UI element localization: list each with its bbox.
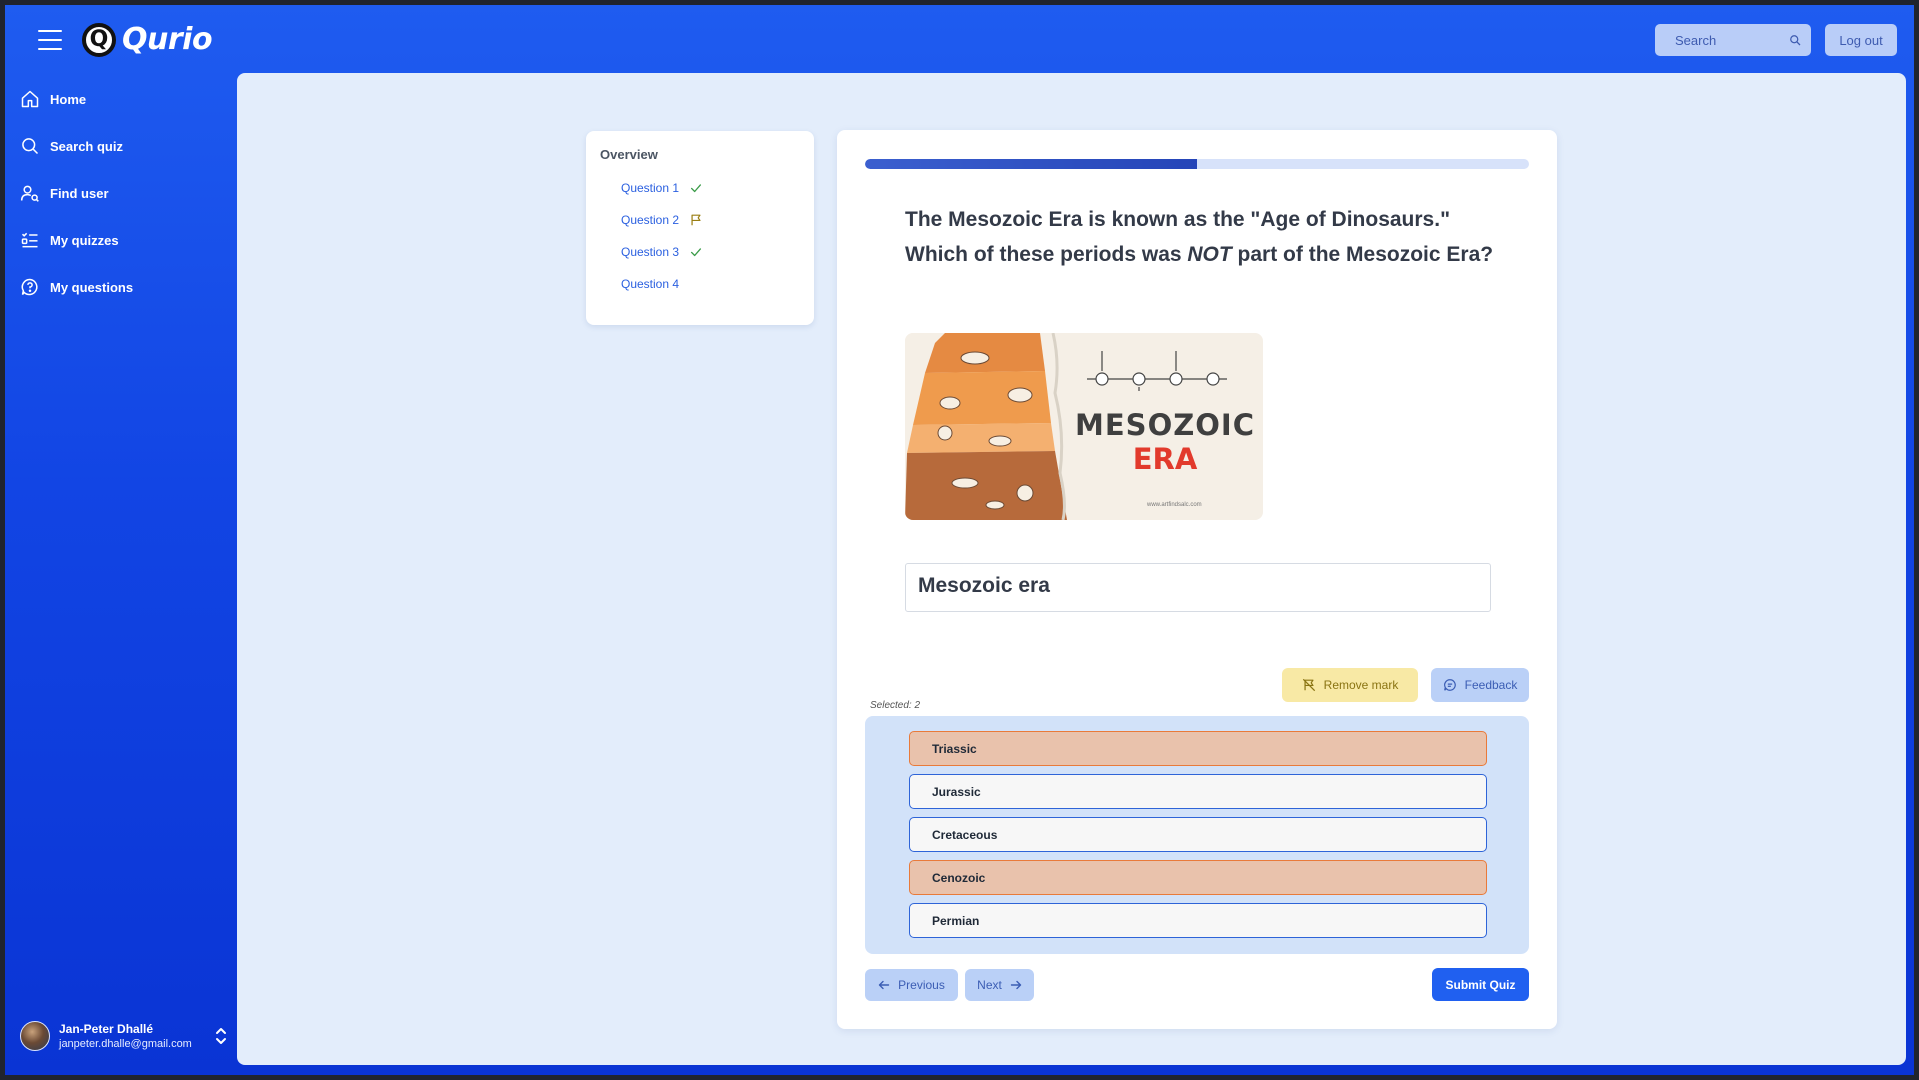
question-bubble-icon (21, 278, 38, 296)
chevron-up-down-icon[interactable] (214, 1026, 228, 1046)
sidebar-item-label: My questions (50, 279, 134, 295)
selected-count: Selected: 2 (870, 700, 921, 711)
quiz-overview: Overview Question 1 Question 2 Question … (586, 131, 814, 325)
search-box[interactable] (1655, 24, 1811, 56)
submit-quiz-button[interactable]: Submit Quiz (1432, 968, 1529, 1001)
overview-question-label: Question 2 (621, 213, 680, 227)
image-title-line2: ERA (1132, 441, 1198, 476)
hamburger-menu-icon[interactable] (38, 30, 62, 50)
question-card: The Mesozoic Era is known as the "Age of… (837, 130, 1557, 1029)
remove-mark-label: Remove mark (1323, 678, 1399, 692)
sidebar-item-label: Find user (50, 185, 109, 201)
next-label: Next (977, 978, 1002, 992)
previous-label: Previous (898, 978, 945, 992)
overview-question-1[interactable]: Question 1 (600, 172, 800, 204)
app-name: Qurio (122, 22, 213, 57)
overview-question-3[interactable]: Question 3 (600, 236, 800, 268)
question-text: The Mesozoic Era is known as the "Age of… (905, 208, 1494, 266)
app-logo[interactable]: Q Qurio (82, 22, 213, 57)
list-check-icon (21, 232, 38, 248)
feedback-button[interactable]: Feedback (1431, 668, 1529, 702)
answer-option-cretaceous[interactable]: Cretaceous (909, 817, 1487, 852)
user-search-icon (20, 185, 39, 202)
remove-mark-button[interactable]: Remove mark (1282, 668, 1418, 702)
user-name: Jan-Peter Dhallé (59, 1022, 154, 1036)
sidebar-item-label: My quizzes (50, 232, 119, 248)
next-button[interactable]: Next (965, 969, 1034, 1001)
sidebar-item-my-questions[interactable]: My questions (20, 274, 220, 300)
logout-button[interactable]: Log out (1825, 24, 1897, 56)
image-caption: Mesozoic era (905, 563, 1491, 612)
flag-icon (691, 214, 701, 226)
overview-title: Overview (600, 147, 658, 162)
feedback-label: Feedback (1464, 678, 1518, 692)
answer-option-cenozoic[interactable]: Cenozoic (909, 860, 1487, 895)
question-emphasis: NOT (1187, 243, 1232, 266)
sidebar: Home Search quiz Find user My quizzes My… (20, 86, 220, 321)
search-icon[interactable] (1789, 34, 1801, 46)
quiz-progress-fill (865, 159, 1197, 169)
overview-question-4[interactable]: Question 4 (600, 268, 800, 300)
image-title-panel: MESOZOIC ERA www.artfindsalc.com (1067, 333, 1263, 520)
sidebar-item-label: Search quiz (50, 138, 123, 154)
question-image: MESOZOIC ERA www.artfindsalc.com (905, 333, 1263, 520)
fossil-strata-illustration (905, 333, 1067, 520)
check-icon (691, 248, 702, 257)
image-url-text: www.artfindsalc.com (1147, 502, 1202, 508)
sidebar-item-my-quizzes[interactable]: My quizzes (20, 227, 220, 253)
overview-question-label: Question 4 (621, 277, 680, 291)
answer-option-jurassic[interactable]: Jurassic (909, 774, 1487, 809)
sidebar-item-search-quiz[interactable]: Search quiz (20, 133, 220, 159)
user-email: janpeter.dhalle@gmail.com (59, 1038, 192, 1050)
overview-question-label: Question 3 (621, 245, 680, 259)
sidebar-item-label: Home (50, 91, 87, 107)
user-card[interactable]: Jan-Peter Dhallé janpeter.dhalle@gmail.c… (20, 1018, 226, 1054)
answer-list: Triassic Jurassic Cretaceous Cenozoic Pe… (865, 716, 1529, 954)
check-icon (691, 184, 702, 193)
image-title-line1: MESOZOIC (1075, 407, 1255, 442)
arrow-left-icon (878, 980, 890, 990)
flag-off-icon (1302, 678, 1315, 692)
sidebar-item-home[interactable]: Home (20, 86, 220, 112)
overview-question-2[interactable]: Question 2 (600, 204, 800, 236)
search-input[interactable] (1675, 32, 1775, 48)
overview-question-label: Question 1 (621, 181, 680, 195)
logo-mark: Q (82, 22, 116, 57)
chat-bubble-icon (1443, 679, 1456, 691)
arrow-right-icon (1010, 980, 1022, 990)
home-icon (21, 90, 39, 108)
answer-option-permian[interactable]: Permian (909, 903, 1487, 938)
previous-button[interactable]: Previous (865, 969, 958, 1001)
search-icon (22, 138, 39, 155)
answer-option-triassic[interactable]: Triassic (909, 731, 1487, 766)
avatar (20, 1021, 50, 1051)
sidebar-item-find-user[interactable]: Find user (20, 180, 220, 206)
quiz-progress-bar (865, 159, 1529, 169)
